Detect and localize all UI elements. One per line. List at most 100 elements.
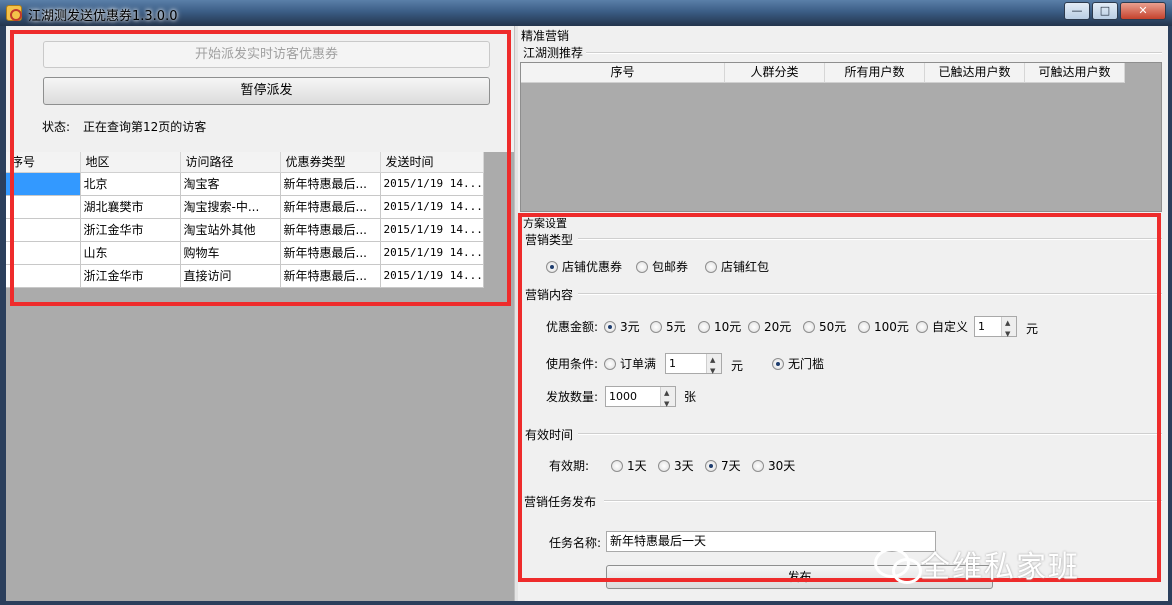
rec-col-category[interactable]: 人群分类 bbox=[725, 63, 825, 83]
cell-index bbox=[6, 264, 81, 288]
radio-shop-coupon[interactable]: 店铺优惠券 bbox=[546, 258, 622, 275]
radio-label: 1天 bbox=[627, 459, 647, 473]
radio-dot bbox=[858, 320, 870, 333]
radio-label: 自定义 bbox=[932, 320, 969, 334]
quantity-label: 发放数量: bbox=[546, 390, 599, 404]
radio-amount-custom[interactable]: 自定义 bbox=[916, 318, 968, 335]
custom-amount-unit: 元 bbox=[1026, 322, 1039, 336]
cell-index bbox=[6, 195, 81, 219]
cell-index bbox=[6, 241, 81, 265]
radio-amount-5[interactable]: 5元 bbox=[650, 318, 686, 335]
radio-label: 7天 bbox=[721, 459, 741, 473]
maximize-button[interactable]: □ bbox=[1092, 2, 1118, 20]
radio-dot bbox=[698, 320, 710, 333]
publish-title: 营销任务发布 bbox=[524, 495, 597, 509]
marketing-type-title: 营销类型 bbox=[525, 233, 574, 247]
col-header-region[interactable]: 地区 bbox=[80, 152, 181, 173]
radio-label: 店铺红包 bbox=[721, 260, 770, 274]
radio-label: 5元 bbox=[666, 320, 686, 334]
radio-amount-50[interactable]: 50元 bbox=[803, 318, 846, 335]
cell-send-time: 2015/1/19 14... bbox=[380, 172, 484, 196]
radio-dot bbox=[748, 320, 760, 333]
status-value: 正在查询第12页的访客 bbox=[83, 120, 207, 134]
cell-send-time: 2015/1/19 14... bbox=[380, 264, 484, 288]
radio-validity-30d[interactable]: 30天 bbox=[752, 457, 795, 474]
stepper-arrows-icon[interactable] bbox=[1001, 314, 1016, 344]
rec-col-all-users[interactable]: 所有用户数 bbox=[825, 63, 925, 83]
marketing-content-title: 营销内容 bbox=[525, 288, 574, 302]
precision-marketing-title: 精准营销 bbox=[521, 29, 570, 43]
close-button[interactable]: ✕ bbox=[1120, 2, 1166, 20]
cell-path: 淘宝搜索-中... bbox=[180, 195, 281, 219]
radio-label: 30天 bbox=[768, 459, 796, 473]
radio-no-threshold[interactable]: 无门槛 bbox=[772, 355, 824, 372]
visitor-table: 序号 地区 访问路径 优惠券类型 发送时间 北京 淘宝客 新年特惠最后... 2… bbox=[6, 152, 484, 288]
panel-splitter[interactable] bbox=[514, 26, 518, 601]
radio-amount-3[interactable]: 3元 bbox=[604, 318, 640, 335]
rec-col-index[interactable]: 序号 bbox=[521, 63, 725, 83]
radio-label: 10元 bbox=[714, 320, 742, 334]
cell-send-time: 2015/1/19 14... bbox=[380, 218, 484, 242]
radio-dot bbox=[546, 260, 558, 273]
group-divider bbox=[586, 52, 1162, 54]
visitor-grid: 序号 地区 访问路径 优惠券类型 发送时间 北京 淘宝客 新年特惠最后... 2… bbox=[6, 152, 514, 601]
custom-amount-stepper[interactable]: 1 bbox=[974, 314, 1017, 344]
minimize-button[interactable]: — bbox=[1064, 2, 1090, 20]
radio-label: 店铺优惠券 bbox=[562, 260, 623, 274]
start-dispatch-button[interactable]: 开始派发实时访客优惠券 bbox=[43, 41, 490, 68]
cell-send-time: 2015/1/19 14... bbox=[380, 241, 484, 265]
col-header-send-time[interactable]: 发送时间 bbox=[380, 152, 484, 173]
radio-label: 包邮券 bbox=[652, 260, 689, 274]
group-divider bbox=[578, 238, 1162, 240]
rec-col-reached-users[interactable]: 已触达用户数 bbox=[925, 63, 1025, 83]
col-header-path[interactable]: 访问路径 bbox=[180, 152, 281, 173]
order-min-value: 1 bbox=[669, 357, 676, 370]
radio-label: 50元 bbox=[819, 320, 847, 334]
client-area: 开始派发实时访客优惠券 暂停派发 状态: 正在查询第12页的访客 序号 地区 访… bbox=[6, 26, 1168, 601]
radio-amount-100[interactable]: 100元 bbox=[858, 318, 909, 335]
radio-dot bbox=[611, 459, 623, 472]
group-divider bbox=[604, 500, 1162, 502]
radio-free-shipping[interactable]: 包邮券 bbox=[636, 258, 688, 275]
table-row[interactable]: 浙江金华市 淘宝站外其他 新年特惠最后... 2015/1/19 14... bbox=[6, 218, 484, 242]
radio-validity-7d[interactable]: 7天 bbox=[705, 457, 741, 474]
radio-order-min[interactable]: 订单满 bbox=[604, 355, 656, 372]
quantity-stepper[interactable]: 1000 bbox=[605, 384, 676, 414]
radio-dot bbox=[705, 260, 717, 273]
radio-validity-1d[interactable]: 1天 bbox=[611, 457, 647, 474]
rec-col-reachable-users[interactable]: 可触达用户数 bbox=[1025, 63, 1125, 83]
col-header-coupon-type[interactable]: 优惠券类型 bbox=[280, 152, 381, 173]
table-row[interactable]: 湖北襄樊市 淘宝搜索-中... 新年特惠最后... 2015/1/19 14..… bbox=[6, 195, 484, 219]
radio-dot bbox=[604, 357, 616, 370]
cell-region: 山东 bbox=[80, 241, 181, 265]
radio-amount-10[interactable]: 10元 bbox=[698, 318, 741, 335]
radio-validity-3d[interactable]: 3天 bbox=[658, 457, 694, 474]
stepper-arrows-icon[interactable] bbox=[660, 384, 675, 414]
radio-label: 3元 bbox=[620, 320, 640, 334]
radio-label: 20元 bbox=[764, 320, 792, 334]
radio-amount-20[interactable]: 20元 bbox=[748, 318, 791, 335]
cell-send-time: 2015/1/19 14... bbox=[380, 195, 484, 219]
custom-amount-value: 1 bbox=[978, 320, 985, 333]
cell-path: 购物车 bbox=[180, 241, 281, 265]
radio-dot bbox=[752, 459, 764, 472]
stepper-arrows-icon[interactable] bbox=[706, 351, 721, 381]
table-row[interactable]: 山东 购物车 新年特惠最后... 2015/1/19 14... bbox=[6, 241, 484, 265]
radio-dot bbox=[772, 357, 784, 370]
col-header-index[interactable]: 序号 bbox=[6, 152, 81, 173]
radio-label: 3天 bbox=[674, 459, 694, 473]
table-row[interactable]: 浙江金华市 直接访问 新年特惠最后... 2015/1/19 14... bbox=[6, 264, 484, 288]
quantity-value: 1000 bbox=[609, 390, 637, 403]
cell-region: 浙江金华市 bbox=[80, 218, 181, 242]
order-min-stepper[interactable]: 1 bbox=[665, 351, 722, 381]
app-icon bbox=[6, 5, 22, 21]
cell-coupon-type: 新年特惠最后... bbox=[280, 241, 381, 265]
table-row[interactable]: 北京 淘宝客 新年特惠最后... 2015/1/19 14... bbox=[6, 172, 484, 196]
radio-dot bbox=[705, 459, 717, 472]
status-label: 状态: bbox=[42, 120, 71, 134]
pause-dispatch-button[interactable]: 暂停派发 bbox=[43, 77, 490, 105]
radio-red-packet[interactable]: 店铺红包 bbox=[705, 258, 769, 275]
quantity-unit: 张 bbox=[684, 390, 697, 404]
validity-label: 有效期: bbox=[549, 459, 590, 473]
cell-coupon-type: 新年特惠最后... bbox=[280, 195, 381, 219]
